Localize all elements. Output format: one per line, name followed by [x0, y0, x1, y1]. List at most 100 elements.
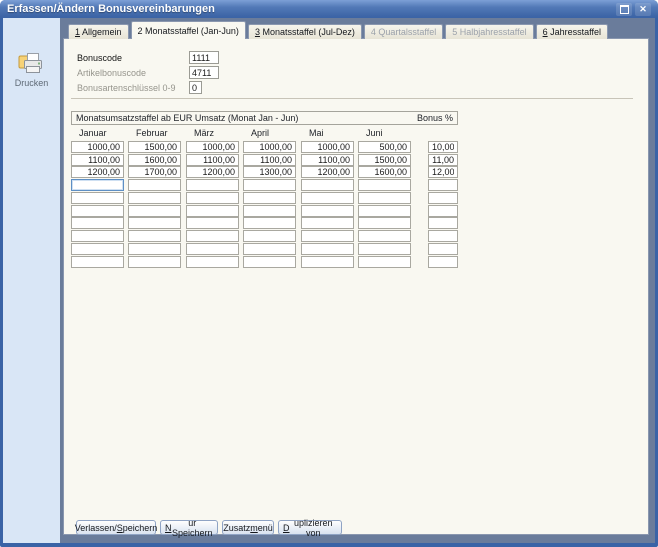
month-cell-r7-c5[interactable]: [301, 217, 354, 229]
month-cell-r8-c6[interactable]: [358, 230, 411, 242]
restore-button[interactable]: [616, 3, 632, 16]
bonusartenschluessel-input[interactable]: [189, 81, 202, 94]
artikelbonuscode-label: Artikelbonuscode: [77, 68, 146, 78]
close-button[interactable]: ✕: [635, 3, 651, 16]
month-cell-r8-c4[interactable]: [243, 230, 296, 242]
month-cell-r10-c6[interactable]: [358, 256, 411, 268]
month-cell-r9-c1[interactable]: [71, 243, 124, 255]
month-cell-r5-c4[interactable]: [243, 192, 296, 204]
month-cell-r1-c6[interactable]: [358, 141, 411, 153]
print-label: Drucken: [15, 78, 49, 88]
bonus-cell-r8[interactable]: [428, 230, 458, 242]
month-cell-r7-c4[interactable]: [243, 217, 296, 229]
month-cell-r4-c4[interactable]: [243, 179, 296, 191]
month-cell-r7-c6[interactable]: [358, 217, 411, 229]
month-cell-r4-c3[interactable]: [186, 179, 239, 191]
month-cell-r5-c3[interactable]: [186, 192, 239, 204]
bonus-cell-r6[interactable]: [428, 205, 458, 217]
month-cell-r3-c4[interactable]: [243, 166, 296, 178]
month-cell-r3-c5[interactable]: [301, 166, 354, 178]
month-cell-r9-c2[interactable]: [128, 243, 181, 255]
verlassen-speichern-button[interactable]: Verlassen/Speichern: [76, 520, 156, 535]
tab-jahresstaffel[interactable]: 6 Jahresstaffel: [536, 24, 608, 39]
bonuscode-label: Bonuscode: [77, 53, 122, 63]
month-cell-r4-c5[interactable]: [301, 179, 354, 191]
month-cell-r5-c5[interactable]: [301, 192, 354, 204]
artikelbonuscode-input[interactable]: [189, 66, 219, 79]
dialog-window: Erfassen/Ändern Bonusvereinbarungen ✕ Dr…: [0, 0, 658, 547]
month-cell-r6-c4[interactable]: [243, 205, 296, 217]
bonuscode-input[interactable]: [189, 51, 219, 64]
month-cell-r5-c6[interactable]: [358, 192, 411, 204]
tab-monatsstaffel-jan-jun[interactable]: 2 Monatsstaffel (Jan-Jun): [131, 21, 246, 39]
month-cell-r7-c2[interactable]: [128, 217, 181, 229]
month-cell-r2-c4[interactable]: [243, 154, 296, 166]
month-cell-r2-c6[interactable]: [358, 154, 411, 166]
month-cell-r8-c5[interactable]: [301, 230, 354, 242]
month-cell-r3-c1[interactable]: [71, 166, 124, 178]
bonus-cell-r10[interactable]: [428, 256, 458, 268]
button-label-part: uplizieren von: [290, 518, 338, 538]
bonus-cell-r9[interactable]: [428, 243, 458, 255]
month-cell-r8-c3[interactable]: [186, 230, 239, 242]
month-cell-r6-c5[interactable]: [301, 205, 354, 217]
restore-icon: [620, 5, 629, 14]
month-cell-r1-c3[interactable]: [186, 141, 239, 153]
bonus-cell-r2[interactable]: [428, 154, 458, 166]
month-cell-r2-c2[interactable]: [128, 154, 181, 166]
month-cell-r3-c2[interactable]: [128, 166, 181, 178]
month-cell-r2-c5[interactable]: [301, 154, 354, 166]
bonus-cell-r1[interactable]: [428, 141, 458, 153]
zusatzmenu-button[interactable]: Zusatzmenü: [222, 520, 274, 535]
month-cell-r7-c3[interactable]: [186, 217, 239, 229]
month-cell-r8-c1[interactable]: [71, 230, 124, 242]
tab-page: Bonuscode Artikelbonuscode Bonusartensch…: [63, 38, 649, 535]
bonus-cell-r4[interactable]: [428, 179, 458, 191]
month-cell-r7-c1[interactable]: [71, 217, 124, 229]
month-cell-r2-c1[interactable]: [71, 154, 124, 166]
tab-label-part: Allgemein: [80, 27, 122, 37]
month-cell-r10-c5[interactable]: [301, 256, 354, 268]
month-cell-r5-c2[interactable]: [128, 192, 181, 204]
nur-speichern-button[interactable]: Nur Speichern: [160, 520, 218, 535]
tab-monatsstaffel-jul-dez[interactable]: 3 Monatsstaffel (Jul-Dez): [248, 24, 362, 39]
tabstrip: 1 Allgemein2 Monatsstaffel (Jan-Jun)3 Mo…: [68, 21, 610, 39]
month-cell-r3-c6[interactable]: [358, 166, 411, 178]
month-cell-r2-c3[interactable]: [186, 154, 239, 166]
month-cell-r9-c4[interactable]: [243, 243, 296, 255]
month-cell-r9-c6[interactable]: [358, 243, 411, 255]
month-cell-r4-c1[interactable]: [71, 179, 124, 191]
grid-title-right: Bonus %: [417, 113, 453, 123]
month-cell-r10-c2[interactable]: [128, 256, 181, 268]
month-cell-r1-c5[interactable]: [301, 141, 354, 153]
month-cell-r6-c1[interactable]: [71, 205, 124, 217]
month-cell-r1-c4[interactable]: [243, 141, 296, 153]
month-cell-r10-c4[interactable]: [243, 256, 296, 268]
month-cell-r1-c1[interactable]: [71, 141, 124, 153]
month-cell-r8-c2[interactable]: [128, 230, 181, 242]
bonus-cell-r5[interactable]: [428, 192, 458, 204]
print-button[interactable]: Drucken: [15, 52, 49, 88]
month-cell-r4-c6[interactable]: [358, 179, 411, 191]
month-cell-r1-c2[interactable]: [128, 141, 181, 153]
duplizieren-von-button[interactable]: Duplizieren von: [278, 520, 342, 535]
month-cell-r10-c1[interactable]: [71, 256, 124, 268]
month-cell-r9-c5[interactable]: [301, 243, 354, 255]
month-cell-r6-c3[interactable]: [186, 205, 239, 217]
month-cell-r9-c3[interactable]: [186, 243, 239, 255]
month-cell-r4-c2[interactable]: [128, 179, 181, 191]
month-cell-r5-c1[interactable]: [71, 192, 124, 204]
tab-label-part: 4 Quartalsstaffel: [371, 27, 436, 37]
bonus-cell-r7[interactable]: [428, 217, 458, 229]
window-title: Erfassen/Ändern Bonusvereinbarungen: [7, 3, 613, 15]
month-cell-r6-c6[interactable]: [358, 205, 411, 217]
bonus-cell-r3[interactable]: [428, 166, 458, 178]
fields-divider: [71, 98, 633, 99]
month-cell-r3-c3[interactable]: [186, 166, 239, 178]
tab-allgemein[interactable]: 1 Allgemein: [68, 24, 129, 39]
month-cell-r6-c2[interactable]: [128, 205, 181, 217]
column-header-2: Februar: [136, 128, 168, 138]
button-label-part: enü: [258, 523, 273, 533]
column-header-1: Januar: [79, 128, 107, 138]
month-cell-r10-c3[interactable]: [186, 256, 239, 268]
